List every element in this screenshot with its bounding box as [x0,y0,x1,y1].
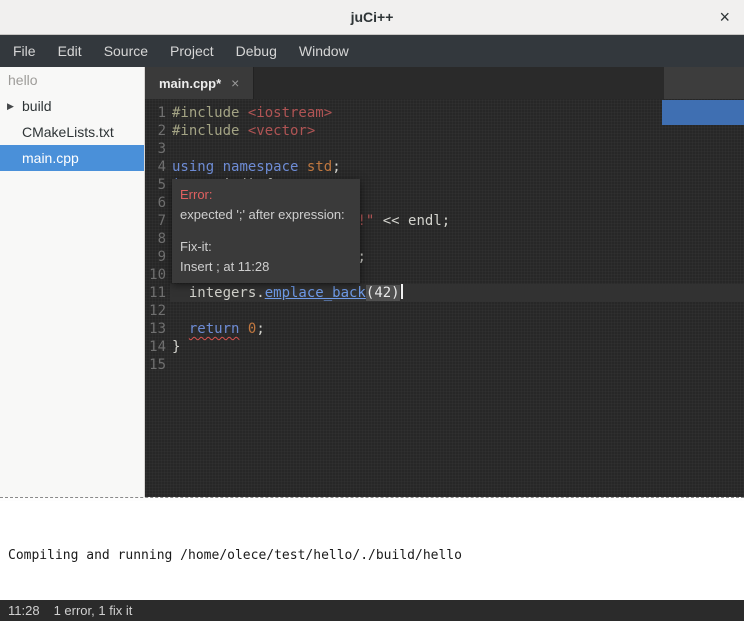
terminal-panel[interactable]: Compiling and running /home/olece/test/h… [0,501,744,600]
tabbar: main.cpp* × [145,67,744,99]
tooltip-spacer [180,225,352,237]
line-number: 3 [145,140,166,158]
menu-item-debug[interactable]: Debug [225,35,288,67]
code-token: << endl; [374,213,450,229]
code-token [214,159,222,175]
fixit-label: Fix-it: [180,237,352,257]
close-icon[interactable]: × [719,0,730,34]
error-label: Error: [180,185,352,205]
error-message: expected ';' after expression: [180,205,352,225]
code-token: 42 [374,285,391,301]
expand-arrow-icon[interactable]: ▶ [7,93,14,119]
tree-item-build[interactable]: ▶ build [0,93,144,119]
code-token: } [172,339,180,355]
tab-close-icon[interactable]: × [231,75,239,91]
main-area: hello ▶ build CMakeLists.txt main.cpp ma… [0,67,744,497]
tree-item-label: build [22,98,52,114]
line-number: 2 [145,122,166,140]
line-number: 13 [145,320,166,338]
line-number: 10 [145,266,166,284]
code-token [239,321,247,337]
menu-item-file[interactable]: File [2,35,47,67]
scrollbar-thumb[interactable] [662,100,744,125]
code-editor[interactable]: 123456789101112131415 #include <iostream… [145,99,744,497]
code-token: return [189,321,240,337]
menu-item-window[interactable]: Window [288,35,360,67]
code-token: <vector> [248,123,315,139]
line-number: 5 [145,176,166,194]
code-line[interactable]: using namespace std; [170,158,744,176]
menu-item-source[interactable]: Source [93,35,159,67]
project-root[interactable]: hello [0,67,144,93]
code-line[interactable] [170,302,744,320]
line-number: 14 [145,338,166,356]
code-token: integers. [172,285,265,301]
line-number: 11 [145,284,166,302]
code-token: <iostream> [248,105,332,121]
tab-label: main.cpp* [159,76,221,91]
project-sidebar: hello ▶ build CMakeLists.txt main.cpp [0,67,145,497]
titlebar[interactable]: juCi++ × [0,0,744,35]
diagnostic-tooltip: Error: expected ';' after expression: Fi… [172,179,360,283]
menubar: File Edit Source Project Debug Window [0,35,744,67]
output-line: Compiling and running /home/olece/test/h… [8,546,736,566]
line-number: 8 [145,230,166,248]
line-number: 1 [145,104,166,122]
code-line[interactable]: } [170,338,744,356]
tree-item-maincpp[interactable]: main.cpp [0,145,144,171]
code-line[interactable] [170,140,744,158]
app-window: juCi++ × File Edit Source Project Debug … [0,0,744,621]
tab-scroll-area [664,67,744,99]
fixit-message: Insert ; at 11:28 [180,257,352,277]
line-number-gutter: 123456789101112131415 [145,99,170,497]
statusbar: 11:28 1 error, 1 fix it [0,600,744,621]
text-cursor [401,284,403,299]
code-token [172,321,189,337]
tree-item-cmakelists[interactable]: CMakeLists.txt [0,119,144,145]
code-token: std [307,159,332,175]
code-line[interactable] [170,356,744,374]
code-line[interactable]: integers.emplace_back(42) [170,284,744,302]
editor-pane: main.cpp* × 123456789101112131415 #inclu… [145,67,744,497]
code-token: ) [391,285,399,301]
tree-item-label: CMakeLists.txt [22,124,114,140]
code-token: #include [172,123,248,139]
line-number: 4 [145,158,166,176]
code-line[interactable]: return 0; [170,320,744,338]
code-token: #include [172,105,248,121]
tab-maincpp[interactable]: main.cpp* × [145,67,254,99]
line-number: 12 [145,302,166,320]
code-line[interactable]: #include <vector> [170,122,744,140]
code-area[interactable]: #include <iostream>#include <vector> usin… [170,99,744,497]
line-number: 7 [145,212,166,230]
window-title: juCi++ [351,9,394,25]
menu-item-edit[interactable]: Edit [47,35,93,67]
line-number: 15 [145,356,166,374]
diagnostics-summary: 1 error, 1 fix it [54,603,133,618]
tree-item-label: main.cpp [22,150,79,166]
line-number: 6 [145,194,166,212]
code-token [298,159,306,175]
code-token: emplace_back [265,285,366,301]
code-token: using [172,159,214,175]
code-token: namespace [223,159,299,175]
menu-item-project[interactable]: Project [159,35,225,67]
code-token: ; [256,321,264,337]
line-number: 9 [145,248,166,266]
code-token: ; [332,159,340,175]
cursor-position: 11:28 [8,603,40,618]
code-line[interactable]: #include <iostream> [170,104,744,122]
